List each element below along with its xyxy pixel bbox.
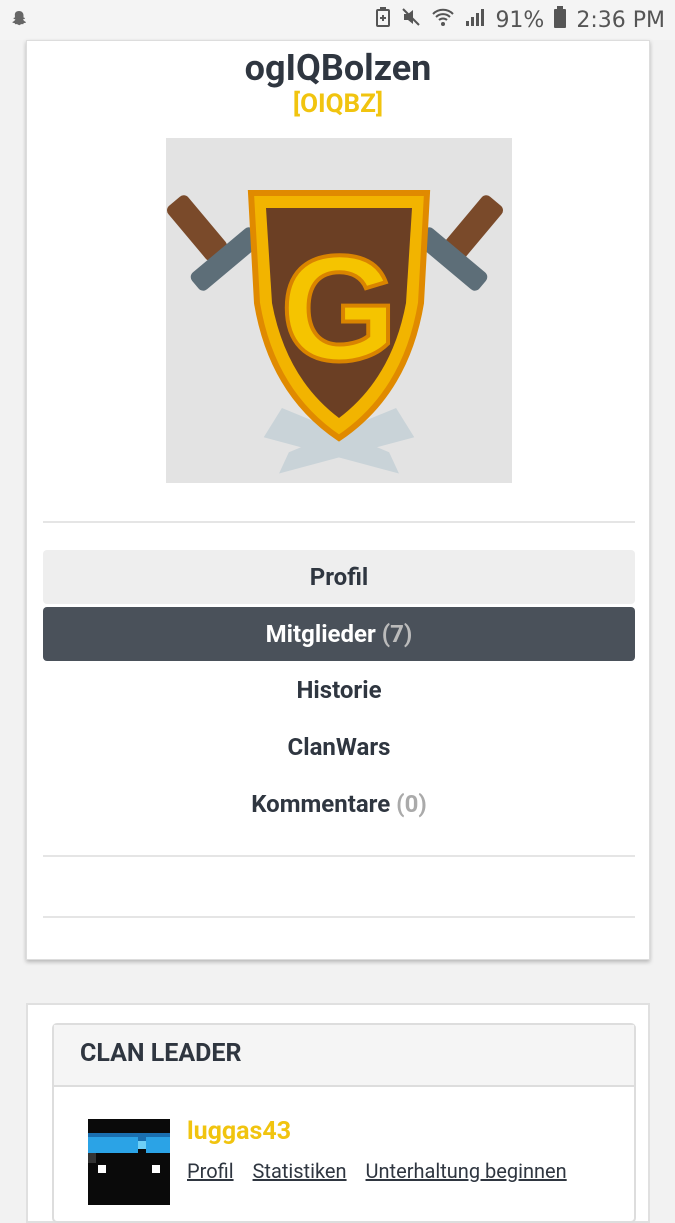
tab-clanwars-label: ClanWars [287, 733, 391, 761]
tab-clanwars[interactable]: ClanWars [43, 720, 635, 774]
clan-leader-title: CLAN LEADER [80, 1039, 242, 1068]
signal-icon [465, 7, 485, 33]
tab-kommentare[interactable]: Kommentare (0) [43, 777, 635, 831]
snapchat-notification-icon [10, 8, 28, 32]
clan-leader-header: CLAN LEADER [54, 1025, 634, 1087]
divider [43, 916, 635, 918]
leader-links: Profil Statistiken Unterhaltung beginnen [187, 1159, 581, 1183]
tab-profil-label: Profil [309, 563, 369, 591]
clan-name: ogIQBolzen [244, 47, 432, 89]
tab-historie[interactable]: Historie [43, 663, 635, 717]
battery-icon [554, 6, 567, 34]
mute-icon [401, 7, 421, 33]
tab-mitglieder-count: (7) [381, 620, 413, 648]
status-bar: 91% 2:36 PM [0, 0, 675, 40]
shield-swords-logo-icon: G [166, 190, 504, 474]
clan-leader-card: CLAN LEADER luggas43 Profil Statistiken … [26, 1003, 650, 1223]
clan-leader-panel: CLAN LEADER luggas43 Profil Statistiken … [52, 1023, 636, 1223]
wifi-icon [431, 7, 455, 33]
battery-saver-icon [375, 7, 391, 33]
tab-historie-label: Historie [296, 676, 382, 704]
leader-statistiken-link[interactable]: Statistiken [253, 1159, 347, 1183]
avatar[interactable] [88, 1119, 170, 1205]
tab-kommentare-count: (0) [396, 790, 427, 818]
svg-text:G: G [281, 224, 398, 392]
tab-mitglieder-label: Mitglieder [265, 620, 376, 648]
leader-profil-link[interactable]: Profil [187, 1159, 234, 1183]
leader-name-link[interactable]: luggas43 [187, 1117, 291, 1146]
battery-percent: 91% [495, 7, 545, 33]
tab-mitglieder[interactable]: Mitglieder (7) [43, 607, 635, 661]
divider [43, 855, 635, 857]
clan-tag: [OIQBZ] [292, 89, 384, 119]
clock: 2:36 PM [576, 7, 665, 33]
clan-profile-card: ogIQBolzen [OIQBZ] G Profil Mitglieder (… [26, 40, 650, 960]
divider [43, 521, 635, 523]
tab-kommentare-label: Kommentare [251, 790, 391, 818]
tab-profil[interactable]: Profil [43, 550, 635, 604]
leader-unterhaltung-link[interactable]: Unterhaltung beginnen [366, 1159, 567, 1183]
clan-logo: G [166, 138, 512, 483]
